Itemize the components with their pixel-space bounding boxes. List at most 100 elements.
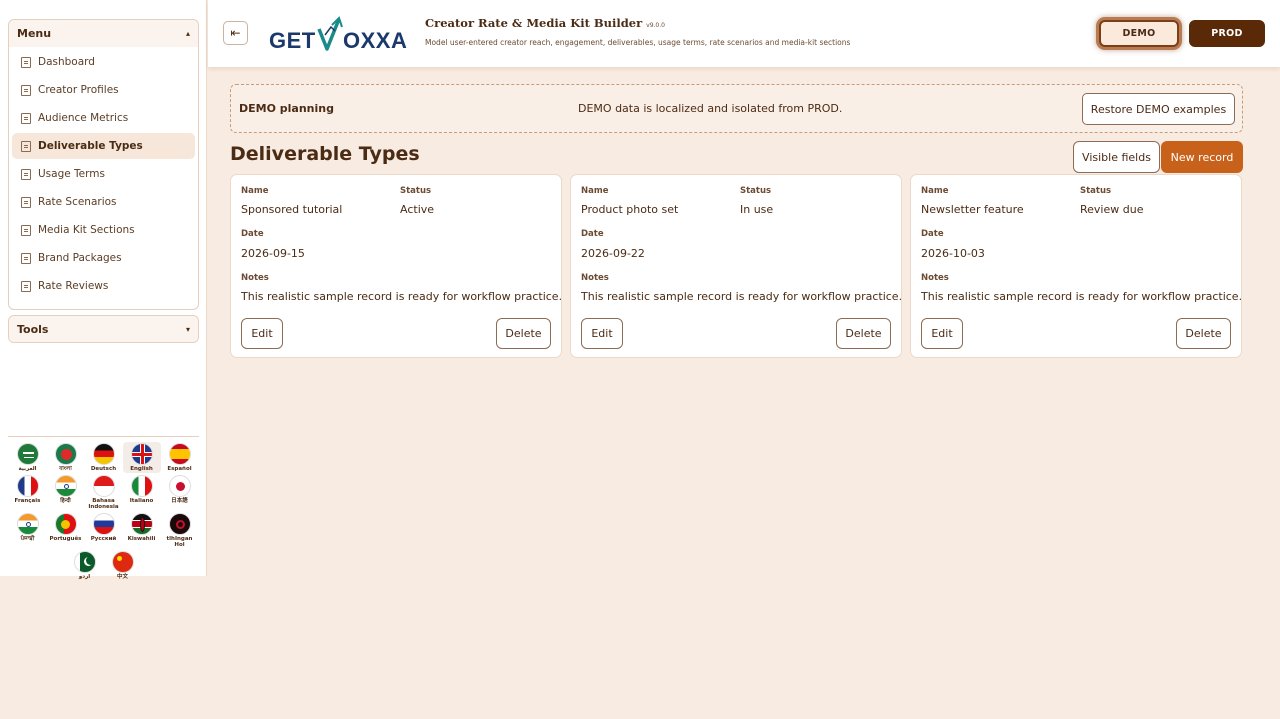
record-card: Name Status Newsletter feature Review du… [910, 174, 1242, 358]
app-title: Creator Rate & Media Kit Builder v9.0.0 [425, 16, 665, 30]
language-spanish[interactable]: Español [161, 442, 199, 473]
uk-flag-icon [130, 443, 153, 465]
delete-button[interactable]: Delete [1176, 318, 1231, 349]
language-label: 中文 [116, 574, 128, 580]
language-french[interactable]: Français [9, 474, 47, 511]
name-label: Name [241, 186, 269, 196]
status-label: Status [1080, 186, 1112, 196]
france-flag-icon [16, 475, 39, 497]
prod-env-button[interactable]: PROD [1189, 20, 1265, 47]
svg-text:OXXA: OXXA [343, 28, 407, 53]
menu-panel-header[interactable]: Menu ▴ [9, 20, 198, 47]
language-indonesian[interactable]: Bahasa Indonesia [85, 474, 123, 511]
menu-panel: Menu ▴ Dashboard Creator Profiles Audien… [8, 19, 199, 310]
language-arabic[interactable]: العربية [9, 442, 47, 473]
language-chinese[interactable]: 中文 [104, 550, 142, 581]
banner-message: DEMO data is localized and isolated from… [578, 102, 843, 115]
svg-text:GET: GET [269, 28, 316, 53]
edit-button[interactable]: Edit [241, 318, 283, 349]
language-urdu[interactable]: اردو [66, 550, 104, 581]
visible-fields-button[interactable]: Visible fields [1073, 141, 1160, 173]
list-icon [21, 112, 31, 124]
language-label: العربية [18, 466, 37, 472]
sidebar-item-rate-scenarios[interactable]: Rate Scenarios [12, 189, 195, 215]
list-icon [21, 224, 31, 236]
japan-flag-icon [168, 475, 191, 497]
record-date: 2026-10-03 [921, 247, 985, 260]
language-label: Русский [90, 536, 117, 542]
language-bengali[interactable]: বাংলা [47, 442, 85, 473]
language-label: 日本語 [171, 498, 188, 504]
language-swahili[interactable]: Kiswahili [123, 512, 161, 549]
notes-label: Notes [581, 273, 609, 283]
list-icon [21, 56, 31, 68]
language-label: Português [49, 536, 82, 542]
sidebar-item-audience-metrics[interactable]: Audience Metrics [12, 105, 195, 131]
page-title: Deliverable Types [230, 143, 420, 165]
language-label: हिन्दी [60, 498, 71, 504]
sidebar-item-label: Rate Scenarios [38, 196, 117, 208]
record-card: Name Status Product photo set In use Dat… [570, 174, 902, 358]
sidebar-item-label: Deliverable Types [38, 140, 143, 152]
language-picker: العربية বাংলা Deutsch English Español Fr… [8, 436, 199, 582]
india-flag-icon [16, 513, 39, 535]
language-german[interactable]: Deutsch [85, 442, 123, 473]
sidebar-item-label: Dashboard [38, 56, 95, 68]
germany-flag-icon [92, 443, 115, 465]
demo-banner: DEMO planning DEMO data is localized and… [230, 84, 1243, 133]
language-russian[interactable]: Русский [85, 512, 123, 549]
edit-button[interactable]: Edit [921, 318, 963, 349]
language-japanese[interactable]: 日本語 [161, 474, 199, 511]
tools-panel: Tools ▾ [8, 315, 199, 343]
record-name: Sponsored tutorial [241, 203, 343, 216]
record-status: In use [740, 203, 774, 216]
sidebar-item-dashboard[interactable]: Dashboard [12, 49, 195, 75]
language-english[interactable]: English [122, 442, 161, 473]
app-subtitle: Model user-entered creator reach, engage… [425, 38, 851, 47]
record-name: Newsletter feature [921, 203, 1024, 216]
notes-label: Notes [241, 273, 269, 283]
language-hindi[interactable]: हिन्दी [47, 474, 85, 511]
edit-button[interactable]: Edit [581, 318, 623, 349]
list-icon [21, 140, 31, 152]
language-portuguese[interactable]: Português [47, 512, 85, 549]
language-punjabi[interactable]: ਪੰਜਾਬੀ [9, 512, 47, 549]
collapse-sidebar-button[interactable]: ⇤ [223, 21, 248, 45]
sidebar-item-deliverable-types[interactable]: Deliverable Types [12, 133, 195, 159]
sidebar-item-label: Usage Terms [38, 168, 105, 180]
sidebar-item-brand-packages[interactable]: Brand Packages [12, 245, 195, 271]
app-header: ⇤ GET OXXA Creator Rate & Media Kit Buil… [208, 0, 1280, 67]
getvoxxa-logo: GET OXXA [269, 13, 411, 53]
notes-label: Notes [921, 273, 949, 283]
restore-demo-button[interactable]: Restore DEMO examples [1082, 93, 1235, 125]
record-card: Name Status Sponsored tutorial Active Da… [230, 174, 562, 358]
chevron-up-icon: ▴ [185, 29, 190, 38]
list-icon [21, 196, 31, 208]
delete-button[interactable]: Delete [836, 318, 891, 349]
status-label: Status [740, 186, 772, 196]
app-version: v9.0.0 [646, 22, 665, 29]
demo-env-button[interactable]: DEMO [1099, 20, 1179, 47]
sidebar-item-usage-terms[interactable]: Usage Terms [12, 161, 195, 187]
language-label: Español [167, 466, 192, 472]
language-label: tlhIngan Hol [166, 536, 193, 548]
language-label: Italiano [129, 498, 154, 504]
language-italian[interactable]: Italiano [123, 474, 161, 511]
sidebar-item-media-kit-sections[interactable]: Media Kit Sections [12, 217, 195, 243]
app-title-text: Creator Rate & Media Kit Builder [425, 16, 643, 30]
sidebar-item-creator-profiles[interactable]: Creator Profiles [12, 77, 195, 103]
indonesia-flag-icon [92, 475, 115, 497]
list-icon [21, 280, 31, 292]
delete-button[interactable]: Delete [496, 318, 551, 349]
china-flag-icon [111, 551, 134, 573]
new-record-button[interactable]: New record [1161, 141, 1243, 173]
record-status: Review due [1080, 203, 1144, 216]
tools-panel-header[interactable]: Tools ▾ [9, 316, 198, 342]
language-label: English [130, 466, 153, 472]
sidebar: Menu ▴ Dashboard Creator Profiles Audien… [0, 0, 207, 580]
russia-flag-icon [92, 513, 115, 535]
language-klingon[interactable]: tlhIngan Hol [161, 512, 199, 549]
sidebar-item-rate-reviews[interactable]: Rate Reviews [12, 273, 195, 299]
language-label: ਪੰਜਾਬੀ [20, 536, 35, 542]
record-notes: This realistic sample record is ready fo… [241, 290, 563, 303]
